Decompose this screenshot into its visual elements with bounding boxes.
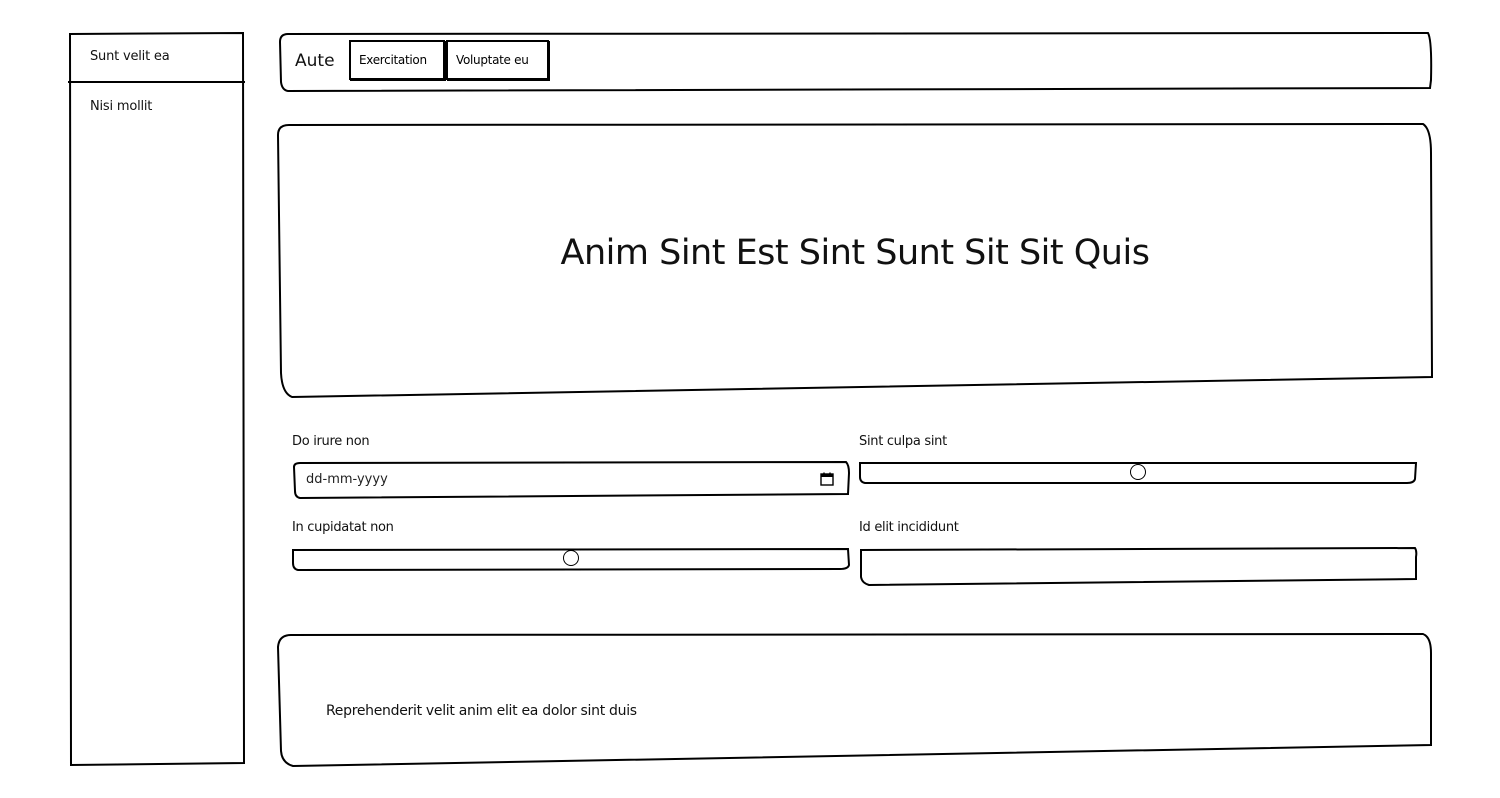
hero-panel: Anim Sint Est Sint Sunt Sit Sit Quis xyxy=(276,122,1434,399)
sint-culpa-sint-slider[interactable] xyxy=(859,461,1418,485)
brand-label[interactable]: Aute xyxy=(295,51,335,71)
top-navbar: Aute Exercitation Voluptate eu xyxy=(278,31,1433,93)
footer-text: Reprehenderit velit anim elit ea dolor s… xyxy=(326,703,637,719)
footer-panel: Reprehenderit velit anim elit ea dolor s… xyxy=(276,632,1433,768)
calendar-icon[interactable] xyxy=(820,472,834,486)
in-slider-label: In cupidatat non xyxy=(292,520,394,535)
slider-thumb[interactable] xyxy=(563,550,579,566)
sidebar-divider xyxy=(68,81,245,83)
sidebar-frame xyxy=(68,31,246,767)
text-input-frame xyxy=(860,546,1418,587)
sidebar-item-nisi-mollit[interactable]: Nisi mollit xyxy=(90,99,152,114)
sidebar: Sunt velit ea Nisi mollit xyxy=(68,31,246,767)
date-field-label: Do irure non xyxy=(292,434,370,449)
id-elit-incididunt-input[interactable] xyxy=(859,546,1418,587)
in-cupidatat-non-slider[interactable] xyxy=(292,547,851,572)
footer-frame xyxy=(276,632,1432,768)
voluptate-eu-button[interactable]: Voluptate eu xyxy=(446,40,549,80)
id-text-field-label: Id elit incididunt xyxy=(859,520,959,535)
slider-thumb[interactable] xyxy=(1130,464,1146,480)
exercitation-button[interactable]: Exercitation xyxy=(349,40,445,80)
sidebar-item-sunt-velit-ea[interactable]: Sunt velit ea xyxy=(90,49,170,64)
hero-title: Anim Sint Est Sint Sunt Sit Sit Quis xyxy=(560,233,1150,273)
sint-slider-label: Sint culpa sint xyxy=(859,434,947,449)
date-input-placeholder: dd-mm-yyyy xyxy=(306,472,388,487)
date-input[interactable]: dd-mm-yyyy xyxy=(292,460,851,500)
